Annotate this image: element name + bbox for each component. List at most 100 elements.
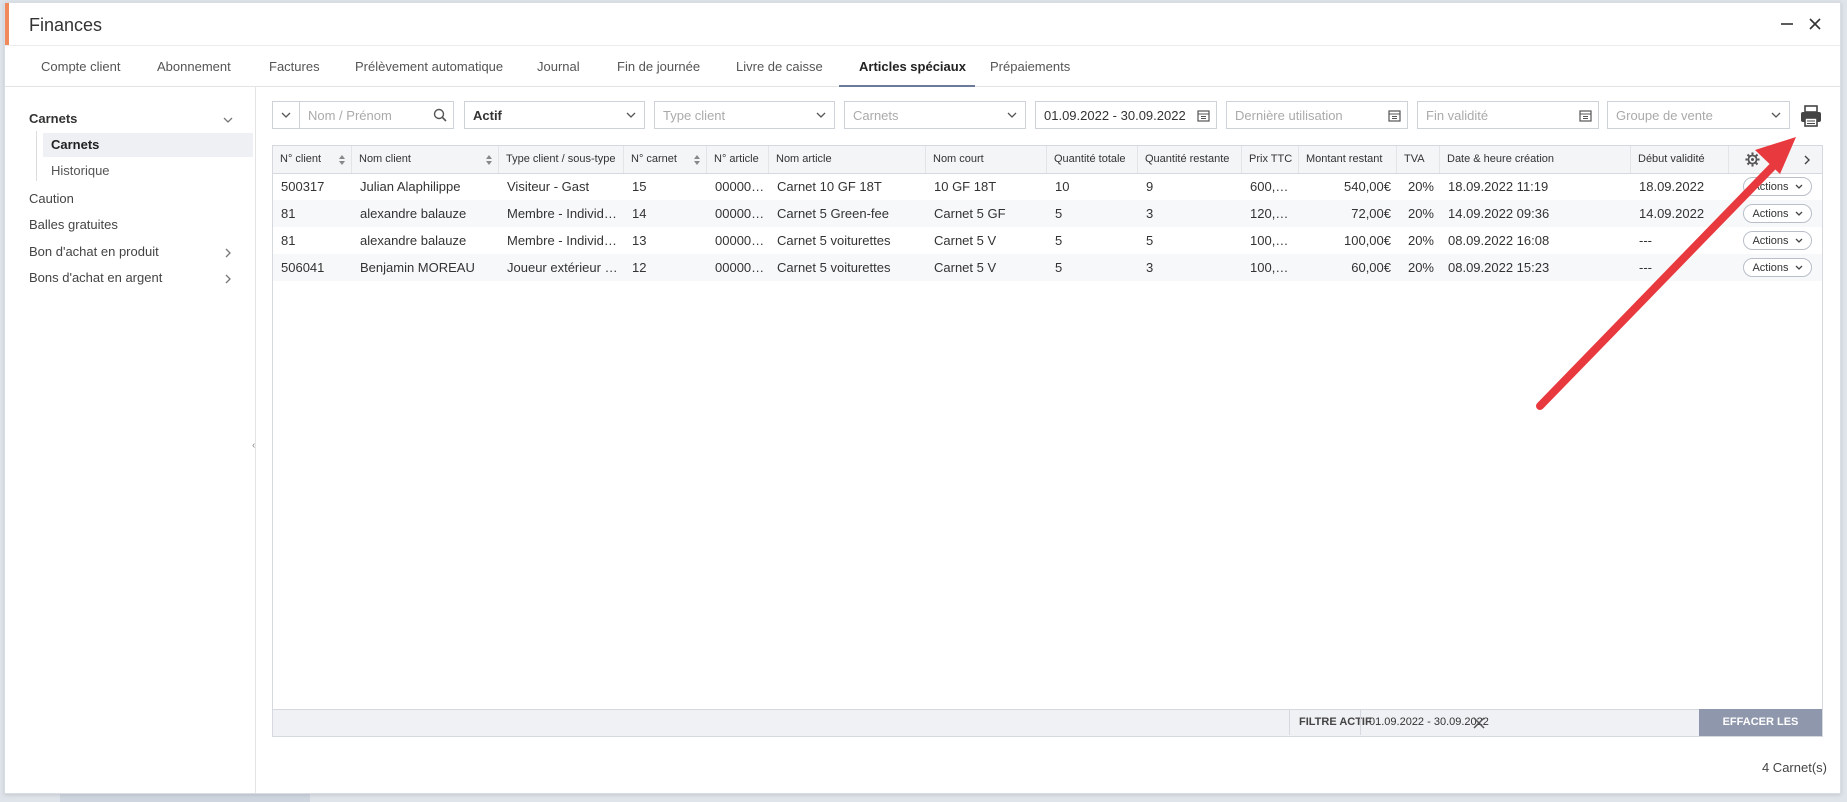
table-row[interactable]: 500317 Julian Alaphilippe Visiteur - Gast 1…	[273, 173, 1822, 200]
cell-debut-validite: ---	[1639, 233, 1652, 248]
derniere-utilisation-picker[interactable]: Dernière utilisation	[1226, 101, 1408, 129]
carnets-placeholder: Carnets	[853, 107, 899, 123]
status-value: Actif	[473, 107, 502, 123]
cell-montant-restant: 72,00€	[1351, 206, 1391, 221]
cell-no-article: 000000...	[715, 206, 769, 221]
date-range-value: 01.09.2022 - 30.09.2022	[1044, 107, 1186, 123]
col-montant-restant[interactable]: Montant restant	[1299, 146, 1397, 173]
cell-nom-client: alexandre balauze	[360, 233, 467, 248]
actions-label: Actions	[1752, 207, 1789, 220]
cell-nom-article: Carnet 5 Green-fee	[777, 206, 890, 221]
sidebar-collapse-handle[interactable]: ‹	[252, 440, 255, 451]
tab-prelevement[interactable]: Prélèvement automatique	[355, 46, 503, 87]
cell-nom-article: Carnet 5 voiturettes	[777, 260, 891, 275]
sidebar: Carnets Carnets Historique Caution Balle…	[5, 87, 256, 793]
cell-no-client: 81	[281, 206, 296, 221]
carnets-select[interactable]: Carnets	[844, 101, 1026, 129]
actions-button[interactable]: Actions	[1743, 177, 1812, 196]
search-icon[interactable]	[427, 102, 453, 128]
clear-filters-button[interactable]: EFFACER LES FILTRES	[1699, 709, 1822, 755]
calendar-icon[interactable]	[1572, 102, 1598, 128]
tab-abonnement[interactable]: Abonnement	[157, 46, 231, 87]
sidebar-item-bon-produit[interactable]: Bon d'achat en produit	[29, 244, 159, 259]
type-client-placeholder: Type client	[663, 107, 726, 123]
tab-journal[interactable]: Journal	[537, 46, 580, 87]
col-settings	[1729, 146, 1824, 173]
table-row[interactable]: 506041 Benjamin MOREAU Joueur extérieur - …	[273, 254, 1822, 281]
record-count: 4 Carnet(s)	[1761, 760, 1827, 775]
cell-type-client: Membre - Individu...	[507, 206, 622, 221]
gear-icon[interactable]	[1745, 152, 1760, 167]
sort-icon[interactable]	[694, 155, 700, 165]
sort-icon[interactable]	[339, 155, 345, 165]
sort-icon[interactable]	[486, 155, 492, 165]
chevron-right-icon[interactable]	[1803, 155, 1811, 165]
cell-nom-court: Carnet 5 V	[934, 260, 997, 275]
tab-livre-de-caisse[interactable]: Livre de caisse	[736, 46, 823, 87]
cell-no-client: 506041	[281, 260, 325, 275]
col-nom-client[interactable]: Nom client	[352, 146, 499, 173]
actions-button[interactable]: Actions	[1743, 258, 1812, 277]
type-client-select[interactable]: Type client	[654, 101, 835, 129]
col-no-article[interactable]: N° article	[707, 146, 769, 173]
chevron-right-icon[interactable]	[223, 248, 233, 258]
close-icon[interactable]	[1806, 15, 1824, 33]
window-accent	[5, 3, 9, 45]
table-footer: FILTRE ACTIF 01.09.2022 - 30.09.2022 EFF…	[273, 709, 1822, 755]
groupe-vente-placeholder: Groupe de vente	[1616, 107, 1713, 123]
sidebar-item-bons-argent[interactable]: Bons d'achat en argent	[29, 270, 162, 285]
col-nom-court[interactable]: Nom court	[926, 146, 1047, 173]
col-date-creation[interactable]: Date & heure création	[1440, 146, 1631, 173]
calendar-icon[interactable]	[1190, 102, 1216, 128]
chevron-down-icon	[618, 102, 644, 128]
chevron-down-icon	[1795, 238, 1802, 243]
col-qte-totale[interactable]: Quantité totale	[1047, 146, 1138, 173]
cell-nom-court: 10 GF 18T	[934, 179, 997, 194]
col-type-client[interactable]: Type client / sous-type	[499, 146, 624, 173]
tab-prepaiements[interactable]: Prépaiements	[990, 46, 1070, 87]
remove-filter-icon[interactable]	[1473, 717, 1485, 729]
chevron-down-icon[interactable]	[223, 115, 233, 125]
cell-date-creation: 08.09.2022 16:08	[1448, 233, 1550, 248]
col-no-client[interactable]: N° client	[273, 146, 352, 173]
sidebar-item-carnets[interactable]: Carnets	[29, 111, 77, 126]
tab-articles-speciaux[interactable]: Articles spéciaux	[839, 46, 975, 87]
col-label: N° carnet	[631, 153, 677, 165]
divider	[1289, 710, 1290, 735]
cell-tva: 20%	[1407, 206, 1434, 221]
actions-button[interactable]: Actions	[1743, 231, 1812, 250]
cell-no-article: 000000...	[715, 260, 769, 275]
col-qte-restante[interactable]: Quantité restante	[1138, 146, 1242, 173]
col-tva[interactable]: TVA	[1397, 146, 1440, 173]
actions-button[interactable]: Actions	[1743, 204, 1812, 223]
col-no-carnet[interactable]: N° carnet	[624, 146, 707, 173]
sidebar-subitem-carnets[interactable]: Carnets	[43, 133, 253, 157]
col-prix-ttc[interactable]: Prix TTC	[1242, 146, 1299, 173]
table-row[interactable]: 81 alexandre balauze Membre - Individu... 1…	[273, 227, 1822, 254]
minimize-icon[interactable]	[1778, 15, 1796, 33]
chevron-right-icon[interactable]	[223, 274, 233, 284]
tab-factures[interactable]: Factures	[269, 46, 320, 87]
chevron-down-icon[interactable]	[273, 102, 300, 128]
cell-qte-totale: 10	[1055, 179, 1070, 194]
status-select[interactable]: Actif	[464, 101, 645, 129]
name-search-input[interactable]: Nom / Prénom	[300, 108, 427, 123]
cell-date-creation: 14.09.2022 09:36	[1448, 206, 1550, 221]
sidebar-item-caution[interactable]: Caution	[29, 191, 74, 206]
sidebar-item-balles-gratuites[interactable]: Balles gratuites	[29, 217, 118, 232]
table-row[interactable]: 81 alexandre balauze Membre - Individu... 1…	[273, 200, 1822, 227]
fin-validite-picker[interactable]: Fin validité	[1417, 101, 1599, 129]
name-search-filter[interactable]: Nom / Prénom	[272, 101, 454, 129]
window-title: Finances	[29, 15, 103, 35]
cell-no-client: 81	[281, 233, 296, 248]
date-range-picker[interactable]: 01.09.2022 - 30.09.2022	[1035, 101, 1217, 129]
calendar-icon[interactable]	[1381, 102, 1407, 128]
tab-fin-de-journee[interactable]: Fin de journée	[617, 46, 700, 87]
groupe-vente-select[interactable]: Groupe de vente	[1607, 101, 1790, 129]
print-icon[interactable]	[1798, 103, 1824, 129]
tab-compte-client[interactable]: Compte client	[41, 46, 120, 87]
col-nom-article[interactable]: Nom article	[769, 146, 926, 173]
cell-nom-client: Benjamin MOREAU	[360, 260, 475, 275]
sidebar-subitem-historique[interactable]: Historique	[43, 159, 253, 183]
col-debut-validite[interactable]: Début validité	[1631, 146, 1729, 173]
